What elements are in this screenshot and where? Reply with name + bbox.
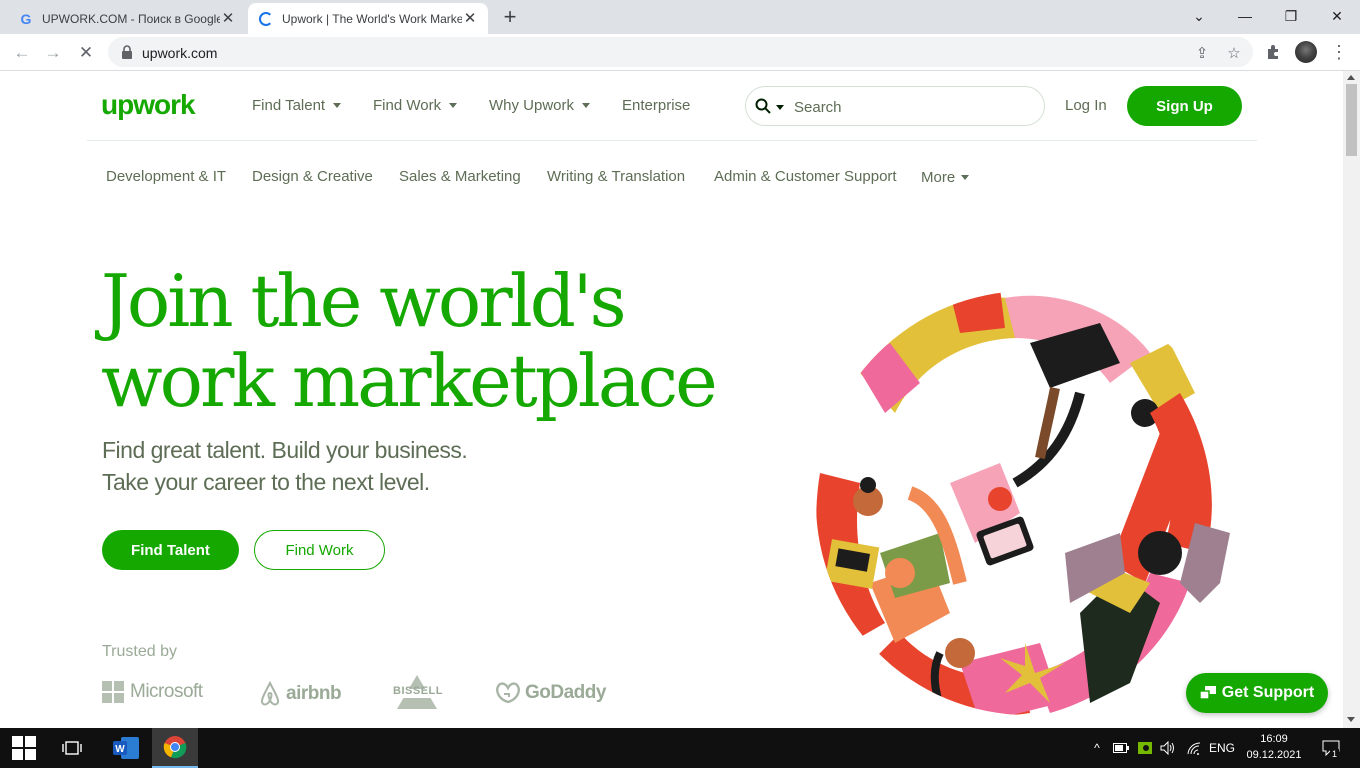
browser-toolbar: ← → ✕ upwork.com ⇪ ☆ ⋮	[0, 34, 1360, 71]
search-type-dropdown-icon[interactable]	[776, 105, 784, 110]
search-input[interactable]	[794, 97, 1024, 117]
close-tab-icon[interactable]: ✕	[462, 10, 478, 27]
extensions-icon[interactable]	[1260, 39, 1286, 65]
lock-icon	[122, 45, 132, 59]
category-design[interactable]: Design & Creative	[252, 168, 373, 185]
category-sales[interactable]: Sales & Marketing	[399, 168, 521, 185]
brand-name: airbnb	[286, 683, 342, 704]
find-work-button[interactable]: Find Work	[254, 530, 385, 570]
share-icon[interactable]: ⇪	[1192, 43, 1212, 63]
nav-label: Why Upwork	[489, 97, 575, 114]
notification-count: 1	[1330, 749, 1340, 759]
notification-center-icon[interactable]: 1	[1316, 728, 1346, 768]
upwork-logo[interactable]: upwork	[101, 89, 196, 121]
stop-loading-button[interactable]: ✕	[73, 40, 99, 66]
volume-icon[interactable]	[1157, 728, 1179, 768]
word-app-icon[interactable]: W	[104, 728, 148, 768]
hero-subtitle-line-2: Take your career to the next level.	[102, 469, 430, 495]
chevron-down-icon	[449, 103, 458, 108]
chat-icon	[1199, 686, 1216, 700]
svg-text:W: W	[115, 744, 125, 755]
brand-name: GoDaddy	[525, 682, 606, 703]
task-view-icon[interactable]	[50, 728, 94, 768]
header-divider	[87, 140, 1257, 141]
nav-label: Find Talent	[252, 97, 326, 114]
wifi-icon[interactable]	[1183, 728, 1205, 768]
get-support-button[interactable]: Get Support	[1186, 673, 1328, 713]
godaddy-icon	[496, 682, 520, 704]
nav-label: Find Work	[373, 97, 442, 114]
airbnb-logo: airbnb	[258, 681, 342, 707]
brand-name: Microsoft	[130, 681, 203, 702]
hero-subtitle-line-1: Find great talent. Build your business.	[102, 437, 468, 463]
hero-title-line-1: Join the world's	[101, 259, 627, 343]
page-scrollbar[interactable]	[1343, 71, 1360, 728]
nav-label: Enterprise	[622, 97, 691, 114]
brand-name: Bissell	[393, 685, 443, 697]
browser-tab-upwork[interactable]: Upwork | The World's Work Marketplace ✕	[248, 3, 488, 34]
close-tab-icon[interactable]: ✕	[220, 10, 236, 27]
battery-icon[interactable]	[1110, 728, 1132, 768]
browser-tab-google[interactable]: G UPWORK.COM - Поиск в Google ✕	[8, 3, 246, 34]
hero-title-line-2: work marketplace	[101, 339, 718, 423]
microsoft-icon	[102, 681, 124, 703]
search-icon[interactable]	[755, 98, 771, 114]
tab-title: Upwork | The World's Work Marketplace	[282, 11, 462, 26]
restore-button[interactable]: ❐	[1268, 0, 1314, 32]
find-talent-button[interactable]: Find Talent	[102, 530, 239, 570]
clock-date: 09.12.2021	[1246, 749, 1302, 761]
tab-title: UPWORK.COM - Поиск в Google	[42, 11, 220, 26]
bookmark-star-icon[interactable]: ☆	[1224, 43, 1244, 63]
back-button[interactable]: ←	[9, 40, 35, 66]
close-window-button[interactable]: ✕	[1314, 0, 1360, 32]
browser-tab-strip: G UPWORK.COM - Поиск в Google ✕ Upwork |…	[0, 0, 1360, 34]
bissell-logo: Bissell	[389, 673, 445, 711]
chrome-app-icon[interactable]	[152, 728, 198, 768]
system-clock[interactable]: 16:09 09.12.2021	[1244, 731, 1304, 763]
scrollbar-thumb[interactable]	[1346, 84, 1357, 156]
microsoft-logo: Microsoft	[102, 681, 203, 703]
windows-start-icon[interactable]	[0, 728, 48, 768]
airbnb-icon	[260, 681, 280, 706]
signup-button[interactable]: Sign Up	[1127, 86, 1242, 126]
category-admin[interactable]: Admin & Customer Support	[714, 168, 897, 185]
url-text: upwork.com	[142, 45, 218, 61]
nav-why-upwork[interactable]: Why Upwork	[489, 97, 591, 114]
category-development[interactable]: Development & IT	[106, 168, 226, 185]
address-bar[interactable]: upwork.com ⇪ ☆	[108, 37, 1253, 67]
chevron-down-icon	[333, 103, 342, 108]
search-box	[745, 86, 1045, 126]
support-label: Get Support	[1221, 684, 1315, 701]
loading-spinner-icon	[258, 11, 274, 27]
language-indicator[interactable]: ENG	[1207, 728, 1237, 768]
login-link[interactable]: Log In	[1065, 97, 1107, 114]
nvidia-icon[interactable]	[1134, 728, 1156, 768]
category-more[interactable]: More	[921, 169, 970, 186]
chevron-down-icon	[582, 103, 591, 108]
forward-button[interactable]: →	[40, 40, 66, 66]
scroll-down-arrow-icon[interactable]	[1347, 717, 1355, 722]
clock-time: 16:09	[1260, 733, 1288, 745]
minimize-button[interactable]: —	[1222, 0, 1268, 32]
menu-kebab-icon[interactable]: ⋮	[1326, 39, 1352, 65]
more-label: More	[921, 169, 956, 186]
scroll-up-arrow-icon[interactable]	[1347, 75, 1355, 80]
category-writing[interactable]: Writing & Translation	[547, 168, 685, 185]
tab-search-icon[interactable]: ⌄	[1176, 0, 1222, 32]
nav-find-talent[interactable]: Find Talent	[252, 97, 342, 114]
profile-avatar[interactable]	[1295, 41, 1317, 63]
upwork-page: upwork Find Talent Find Work Why Upwork …	[0, 71, 1343, 728]
godaddy-logo: GoDaddy	[494, 681, 606, 705]
trusted-by-label: Trusted by	[102, 643, 177, 660]
new-tab-button[interactable]: +	[498, 6, 522, 30]
nav-find-work[interactable]: Find Work	[373, 97, 458, 114]
tray-chevron-icon[interactable]: ^	[1088, 728, 1106, 768]
windows-taskbar: W ^ ENG 16:09 09.12.2021 1	[0, 728, 1360, 768]
nav-enterprise[interactable]: Enterprise	[622, 97, 690, 114]
google-icon: G	[20, 10, 32, 27]
chevron-down-icon	[961, 175, 970, 180]
hero-illustration	[816, 291, 1240, 715]
